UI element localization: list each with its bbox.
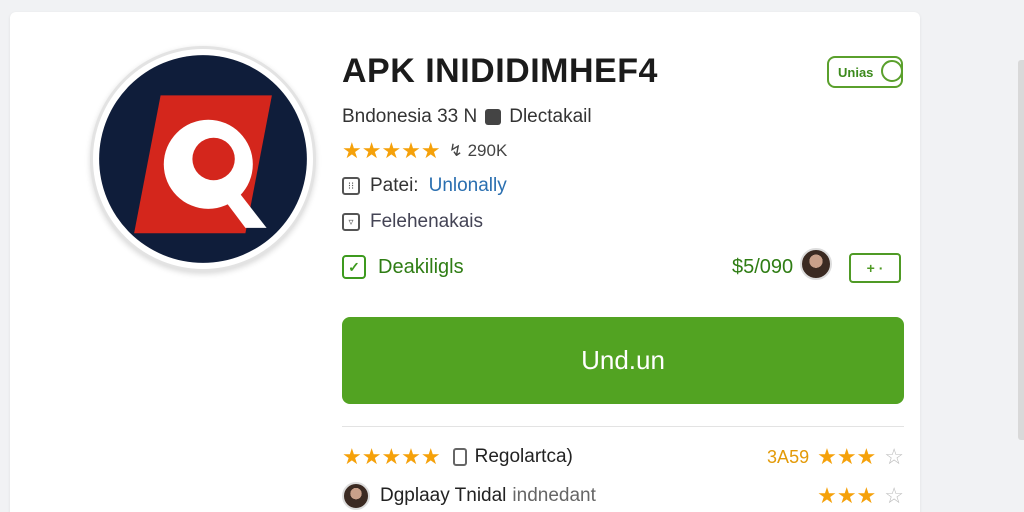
review-empty-stars: ☆ xyxy=(884,444,904,469)
app-title: APK INIDIDIMHEF4 xyxy=(342,52,658,90)
add-button[interactable]: + · xyxy=(849,253,901,283)
meta-row: Bndonesia 33 N Dlectakail xyxy=(342,106,592,128)
price: $5/090 xyxy=(732,256,794,278)
detail-row: ▿ Felehenakais xyxy=(342,211,483,233)
app-icon[interactable] xyxy=(90,46,316,272)
reviewer-avatar xyxy=(342,482,370,510)
review-row[interactable]: Dgplaay Tnidal indnedant ★★★ ☆ xyxy=(342,482,904,510)
reviewer-name: Dgplaay Tnidal xyxy=(380,485,507,506)
detail-value: Felehenakais xyxy=(370,211,484,232)
app-logo-icon xyxy=(99,55,307,263)
publisher-row: ⁝⁝ Patei: Unlonally xyxy=(342,175,507,197)
publisher-label: Patei: xyxy=(370,175,419,196)
review-score-stars: ★★★ xyxy=(817,444,877,469)
rating-row: ★★★★★ ↯ 290K xyxy=(342,138,507,164)
review-empty-stars: ☆ xyxy=(884,483,904,508)
verified-row: ✓ Deakiligls xyxy=(342,255,464,279)
category-icon xyxy=(485,109,502,125)
meta-category: Dlectakail xyxy=(509,106,592,127)
scrollbar[interactable] xyxy=(1018,60,1024,440)
chat-bubble-icon xyxy=(881,60,903,82)
reviewer-sub: indnedant xyxy=(512,485,596,506)
app-card: APK INIDIDIMHEF4 Unias Bndonesia 33 N Dl… xyxy=(10,12,920,512)
rating-stars: ★★★★★ xyxy=(342,138,441,163)
meta-country: Bndonesia 33 N xyxy=(342,106,478,127)
rating-count: ↯ 290K xyxy=(448,141,508,160)
user-avatar[interactable] xyxy=(800,248,832,280)
verified-label: Deakiligls xyxy=(378,255,464,278)
download-button[interactable]: Und.un xyxy=(342,317,904,404)
publisher-link[interactable]: Unlonally xyxy=(429,175,507,197)
check-icon: ✓ xyxy=(342,255,366,279)
review-text: Regolartca) xyxy=(474,446,573,467)
review-icon xyxy=(452,448,467,466)
badge-label: Unias xyxy=(838,64,874,80)
review-score-stars: ★★★ xyxy=(817,483,877,508)
detail-icon: ▿ xyxy=(342,213,360,231)
review-score-group: ★★★ ☆ xyxy=(817,483,904,509)
review-stars: ★★★★★ xyxy=(342,444,441,469)
review-score: 3A59 xyxy=(767,446,810,467)
review-row[interactable]: ★★★★★ Regolartca) 3A59 ★★★ ☆ xyxy=(342,444,904,470)
review-score-group: 3A59 ★★★ ☆ xyxy=(767,444,904,470)
publisher-icon: ⁝⁝ xyxy=(342,177,360,195)
status-badge[interactable]: Unias xyxy=(827,56,903,88)
divider xyxy=(342,426,904,427)
